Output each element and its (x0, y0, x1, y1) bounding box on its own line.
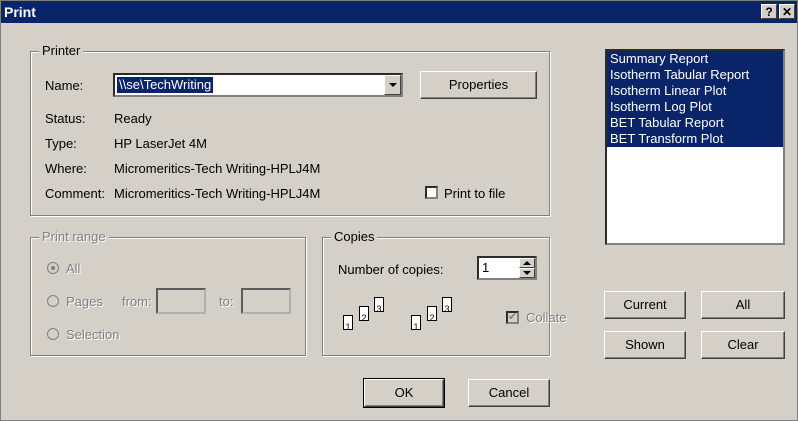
copies-value: 1 (482, 260, 490, 275)
printer-group-label: Printer (39, 43, 84, 58)
number-of-copies-label: Number of copies: (338, 262, 444, 277)
list-item[interactable]: Summary Report (607, 51, 783, 67)
list-item[interactable]: BET Transform Plot (607, 131, 783, 147)
checkmark-icon: ✔ (508, 311, 518, 323)
help-button[interactable]: ? (761, 4, 777, 19)
window-title: Print (4, 4, 36, 20)
from-field[interactable] (156, 288, 206, 314)
from-label: from: (122, 294, 152, 309)
page-icon: 3 (442, 297, 452, 314)
pages-radio[interactable] (47, 295, 59, 307)
page-icon: 1 (343, 315, 353, 332)
list-item[interactable]: BET Tabular Report (607, 115, 783, 131)
status-label: Status: (45, 111, 86, 126)
selection-radio[interactable] (47, 328, 59, 340)
printer-name-value: \\se\TechWriting (115, 76, 215, 94)
print-to-file-label[interactable]: Print to file (444, 186, 505, 201)
print-dialog: Print ? ✕ Printer Name: \\se\TechWriting… (0, 0, 798, 421)
print-range-group-label: Print range (39, 229, 109, 244)
radio-dot-icon (51, 266, 55, 270)
arrow-down-icon (523, 271, 531, 275)
copies-group-label: Copies (331, 229, 378, 244)
shown-button[interactable]: Shown (604, 331, 686, 359)
close-button[interactable]: ✕ (779, 4, 795, 19)
list-item[interactable]: Isotherm Tabular Report (607, 67, 783, 83)
collate-label[interactable]: Collate (526, 310, 566, 325)
where-label: Where: (45, 161, 87, 176)
page-icon: 1 (411, 315, 421, 332)
printer-name-select[interactable]: \\se\TechWriting (113, 73, 403, 97)
clear-button[interactable]: Clear (701, 331, 785, 359)
all-button[interactable]: All (701, 291, 785, 319)
cancel-button[interactable]: Cancel (468, 379, 550, 407)
all-radio-label[interactable]: All (66, 261, 80, 276)
type-label: Type: (45, 136, 77, 151)
to-field[interactable] (241, 288, 291, 314)
current-button[interactable]: Current (604, 291, 686, 319)
ok-button[interactable]: OK (363, 378, 445, 408)
where-value: Micromeritics-Tech Writing-HPLJ4M (114, 161, 321, 176)
spin-up-button[interactable] (519, 258, 535, 268)
page-icon: 2 (427, 306, 437, 323)
title-bar: Print ? ✕ (1, 1, 797, 23)
page-icon: 2 (359, 306, 369, 323)
copies-group: Copies (322, 229, 550, 356)
spin-down-button[interactable] (519, 268, 535, 278)
selection-radio-label[interactable]: Selection (66, 327, 119, 342)
report-list[interactable]: Summary Report Isotherm Tabular Report I… (605, 49, 785, 245)
list-item[interactable]: Isotherm Linear Plot (607, 83, 783, 99)
to-label: to: (219, 294, 234, 309)
comment-value: Micromeritics-Tech Writing-HPLJ4M (114, 186, 321, 201)
print-to-file-checkbox[interactable] (425, 186, 438, 199)
collate-checkbox[interactable]: ✔ (506, 311, 519, 324)
copies-spinner[interactable]: 1 (477, 256, 537, 280)
name-label: Name: (45, 78, 84, 93)
status-value: Ready (114, 111, 152, 126)
all-radio[interactable] (47, 262, 59, 274)
type-value: HP LaserJet 4M (114, 136, 207, 151)
page-icon: 3 (374, 297, 384, 314)
properties-button[interactable]: Properties (420, 71, 537, 99)
dropdown-button[interactable] (384, 75, 401, 95)
comment-label: Comment: (45, 186, 105, 201)
chevron-down-icon (389, 83, 397, 87)
pages-radio-label[interactable]: Pages (66, 294, 103, 309)
arrow-up-icon (523, 261, 531, 265)
list-item[interactable]: Isotherm Log Plot (607, 99, 783, 115)
